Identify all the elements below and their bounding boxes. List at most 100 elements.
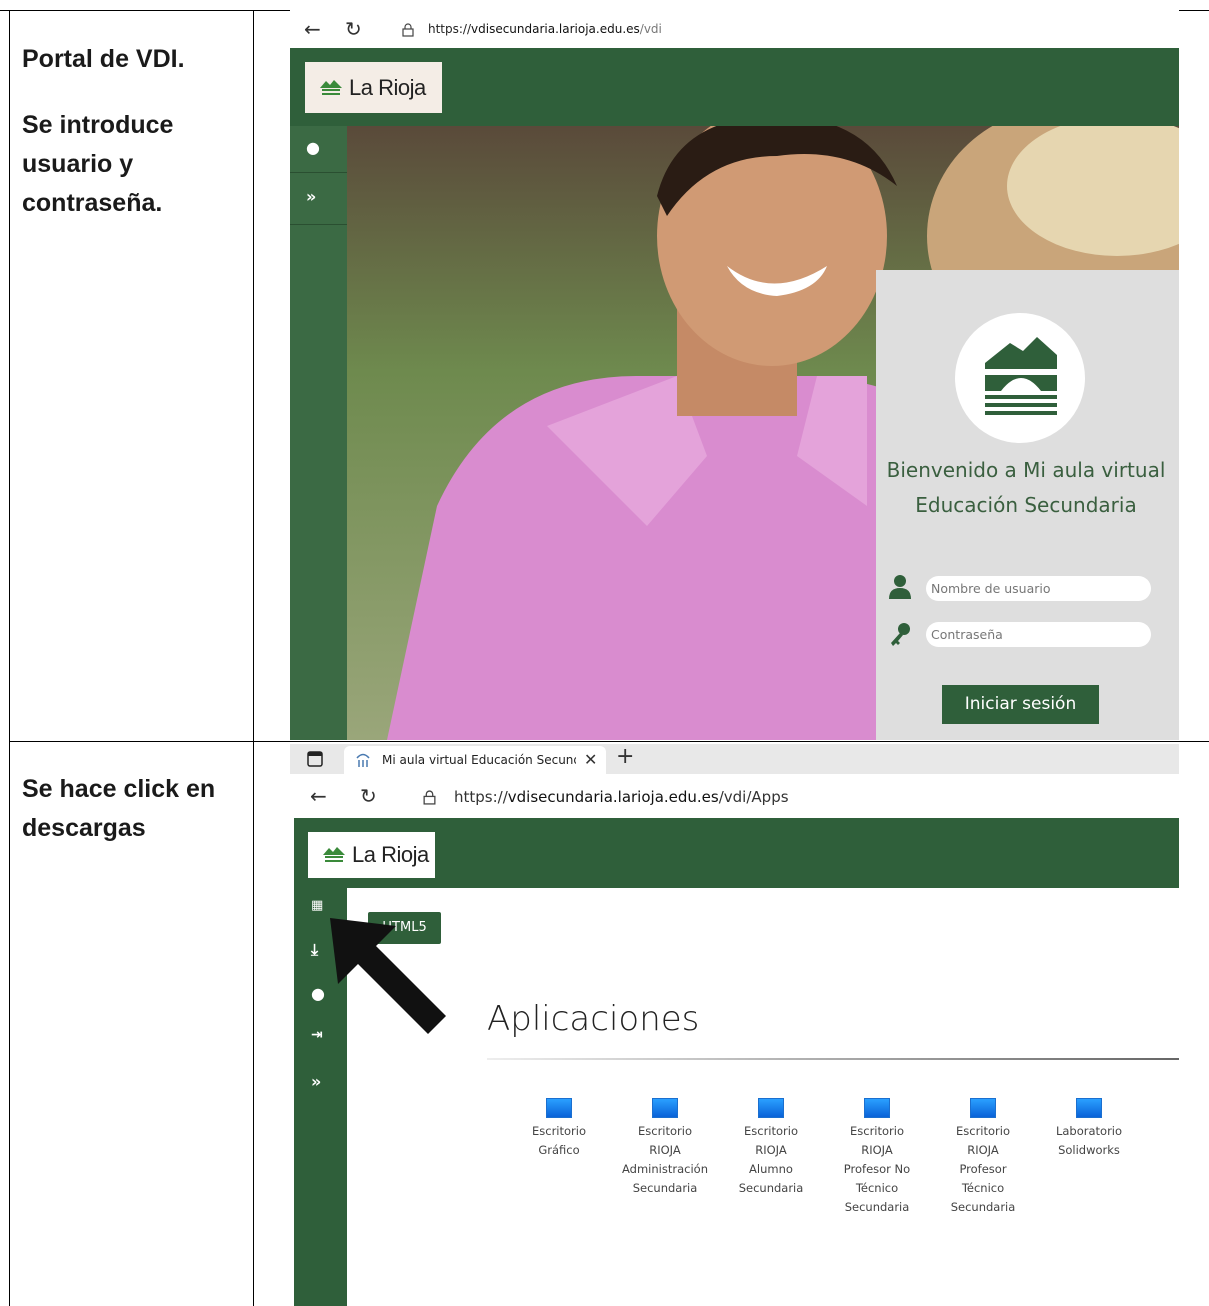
la-rioja-logo[interactable]: La Rioja	[308, 832, 435, 878]
login-panel: Bienvenido a Mi aula virtual Educación S…	[876, 270, 1179, 740]
url-path: /vdi/Apps	[718, 788, 789, 806]
app-label-line: Administración	[622, 1162, 708, 1176]
globe-icon[interactable]: ●	[311, 984, 325, 1003]
la-rioja-logo[interactable]: La Rioja	[305, 62, 442, 113]
username-input[interactable]: Nombre de usuario	[926, 576, 1151, 601]
app-label-line: Secundaria	[844, 1200, 910, 1214]
desktop-icon	[1076, 1098, 1102, 1118]
lock-icon	[423, 790, 436, 805]
tab-title: Mi aula virtual Educación Secund	[382, 753, 576, 767]
app-label-line: Técnico	[961, 1181, 1005, 1195]
apps-heading: Aplicaciones	[487, 999, 700, 1039]
lock-icon	[402, 23, 414, 37]
login-button[interactable]: Iniciar sesión	[942, 685, 1099, 724]
vdi-portal-page: La Rioja ● » Bienvenido a Mi aula virtua…	[290, 48, 1179, 740]
table-column-divider	[253, 10, 254, 1306]
password-input[interactable]: Contraseña	[926, 622, 1151, 647]
refresh-icon[interactable]: ↻	[360, 786, 377, 806]
url-host: vdisecundaria.larioja.edu.es	[507, 788, 719, 806]
address-bar: ← ↻ https://vdisecundaria.larioja.edu.es…	[290, 774, 1179, 818]
logout-icon[interactable]: ⇥	[311, 1027, 323, 1043]
app-label-line: Escritorio	[531, 1124, 586, 1138]
login-logo	[955, 313, 1085, 443]
vdi-apps-page: La Rioja ▦ ⤓ ● ⇥ » HTML5 Aplicaciones Es…	[294, 818, 1179, 1306]
row1-description: Portal de VDI. Se introduce usuario y co…	[22, 40, 185, 223]
app-label-line: RIOJA	[967, 1143, 999, 1157]
app-label-line: Laboratorio	[1055, 1124, 1123, 1138]
row2-line-1: Se hace click en	[22, 775, 216, 803]
app-tile[interactable]: Escritorio RIOJA Profesor Técnico Secund…	[930, 1098, 1036, 1217]
tab-actions-icon[interactable]	[307, 751, 323, 767]
app-label-line: Técnico	[855, 1181, 899, 1195]
logo-text: La Rioja	[352, 842, 429, 867]
expand-chevrons-icon[interactable]: »	[306, 187, 316, 206]
app-label-line: Solidworks	[1058, 1143, 1120, 1157]
row2-line-2: descargas	[22, 814, 146, 842]
app-tile[interactable]: Escritorio Gráfico	[506, 1098, 612, 1160]
row1-line-2: usuario y	[22, 150, 134, 178]
heading-rule	[487, 1058, 1179, 1060]
app-label-line: RIOJA	[755, 1143, 787, 1157]
refresh-icon[interactable]: ↻	[345, 19, 362, 39]
close-tab-icon[interactable]: ✕	[584, 750, 597, 769]
key-icon	[891, 623, 910, 646]
app-label-line: Profesor	[959, 1162, 1007, 1176]
new-tab-icon[interactable]: +	[616, 744, 634, 769]
app-label-line: Escritorio	[743, 1124, 798, 1138]
login-screenshot: ← ↻ https://vdisecundaria.larioja.edu.es…	[290, 10, 1179, 740]
back-arrow-icon[interactable]: ←	[310, 786, 327, 806]
desktop-icon	[652, 1098, 678, 1118]
logo-text: La Rioja	[349, 74, 426, 100]
browser-tab[interactable]: Mi aula virtual Educación Secund ✕	[344, 746, 606, 774]
url-prefix: https://	[428, 22, 472, 36]
la-rioja-emblem-icon	[323, 847, 345, 862]
app-label-line: Escritorio	[955, 1124, 1010, 1138]
row1-line-1: Se introduce	[22, 111, 174, 139]
table-top-border-right	[1179, 10, 1209, 11]
row2-description: Se hace click en descargas	[22, 770, 215, 848]
apps-screenshot: Mi aula virtual Educación Secund ✕ + ← ↻…	[290, 744, 1179, 1306]
desktop-icon	[970, 1098, 996, 1118]
sidebar-separator	[290, 224, 347, 225]
app-label-line: Alumno	[749, 1162, 793, 1176]
app-tile[interactable]: Escritorio RIOJA Profesor No Técnico Sec…	[824, 1098, 930, 1217]
vdi-favicon-icon	[356, 753, 370, 767]
table-left-border	[9, 10, 10, 1306]
welcome-text: Bienvenido a Mi aula virtual Educación S…	[886, 458, 1166, 517]
app-label-line: RIOJA	[649, 1143, 681, 1157]
desktop-icon	[864, 1098, 890, 1118]
app-label-line: Gráfico	[538, 1143, 580, 1157]
expand-chevrons-icon[interactable]: »	[311, 1072, 321, 1091]
url-text[interactable]: https://vdisecundaria.larioja.edu.es/vdi	[428, 22, 662, 36]
app-tile[interactable]: Escritorio RIOJA Alumno Secundaria	[718, 1098, 824, 1198]
app-label-line: Secundaria	[950, 1200, 1016, 1214]
back-arrow-icon[interactable]: ←	[304, 19, 321, 39]
tab-bar: Mi aula virtual Educación Secund ✕ +	[290, 744, 1179, 774]
app-tile[interactable]: Escritorio RIOJA Administración Secundar…	[612, 1098, 718, 1198]
app-label-line: Secundaria	[738, 1181, 804, 1195]
table-top-border	[0, 10, 290, 11]
desktop-icon	[546, 1098, 572, 1118]
globe-icon[interactable]: ●	[306, 138, 320, 157]
app-label-line: RIOJA	[861, 1143, 893, 1157]
app-label-line: Secundaria	[632, 1181, 698, 1195]
row1-title: Portal de VDI.	[22, 45, 185, 73]
user-icon	[889, 575, 911, 599]
address-bar: ← ↻ https://vdisecundaria.larioja.edu.es…	[290, 10, 1179, 48]
desktop-icon	[758, 1098, 784, 1118]
app-tile[interactable]: Laboratorio Solidworks	[1036, 1098, 1142, 1160]
url-path: /vdi	[639, 22, 662, 36]
row1-line-3: contraseña.	[22, 189, 163, 217]
la-rioja-emblem-icon	[985, 337, 1057, 415]
la-rioja-emblem-icon	[320, 79, 342, 95]
sidebar: ● »	[290, 126, 347, 740]
download-icon[interactable]: ⤓	[311, 940, 318, 960]
app-label-line: Escritorio	[637, 1124, 692, 1138]
app-label-line: Escritorio	[849, 1124, 904, 1138]
apps-grid-icon[interactable]: ▦	[311, 898, 323, 913]
sidebar-separator	[290, 172, 347, 173]
url-host: vdisecundaria.larioja.edu.es	[471, 22, 640, 36]
url-text[interactable]: https://vdisecundaria.larioja.edu.es/vdi…	[454, 788, 789, 806]
pointer-arrow-annotation	[330, 918, 446, 1034]
app-label-line: Profesor No	[843, 1162, 911, 1176]
